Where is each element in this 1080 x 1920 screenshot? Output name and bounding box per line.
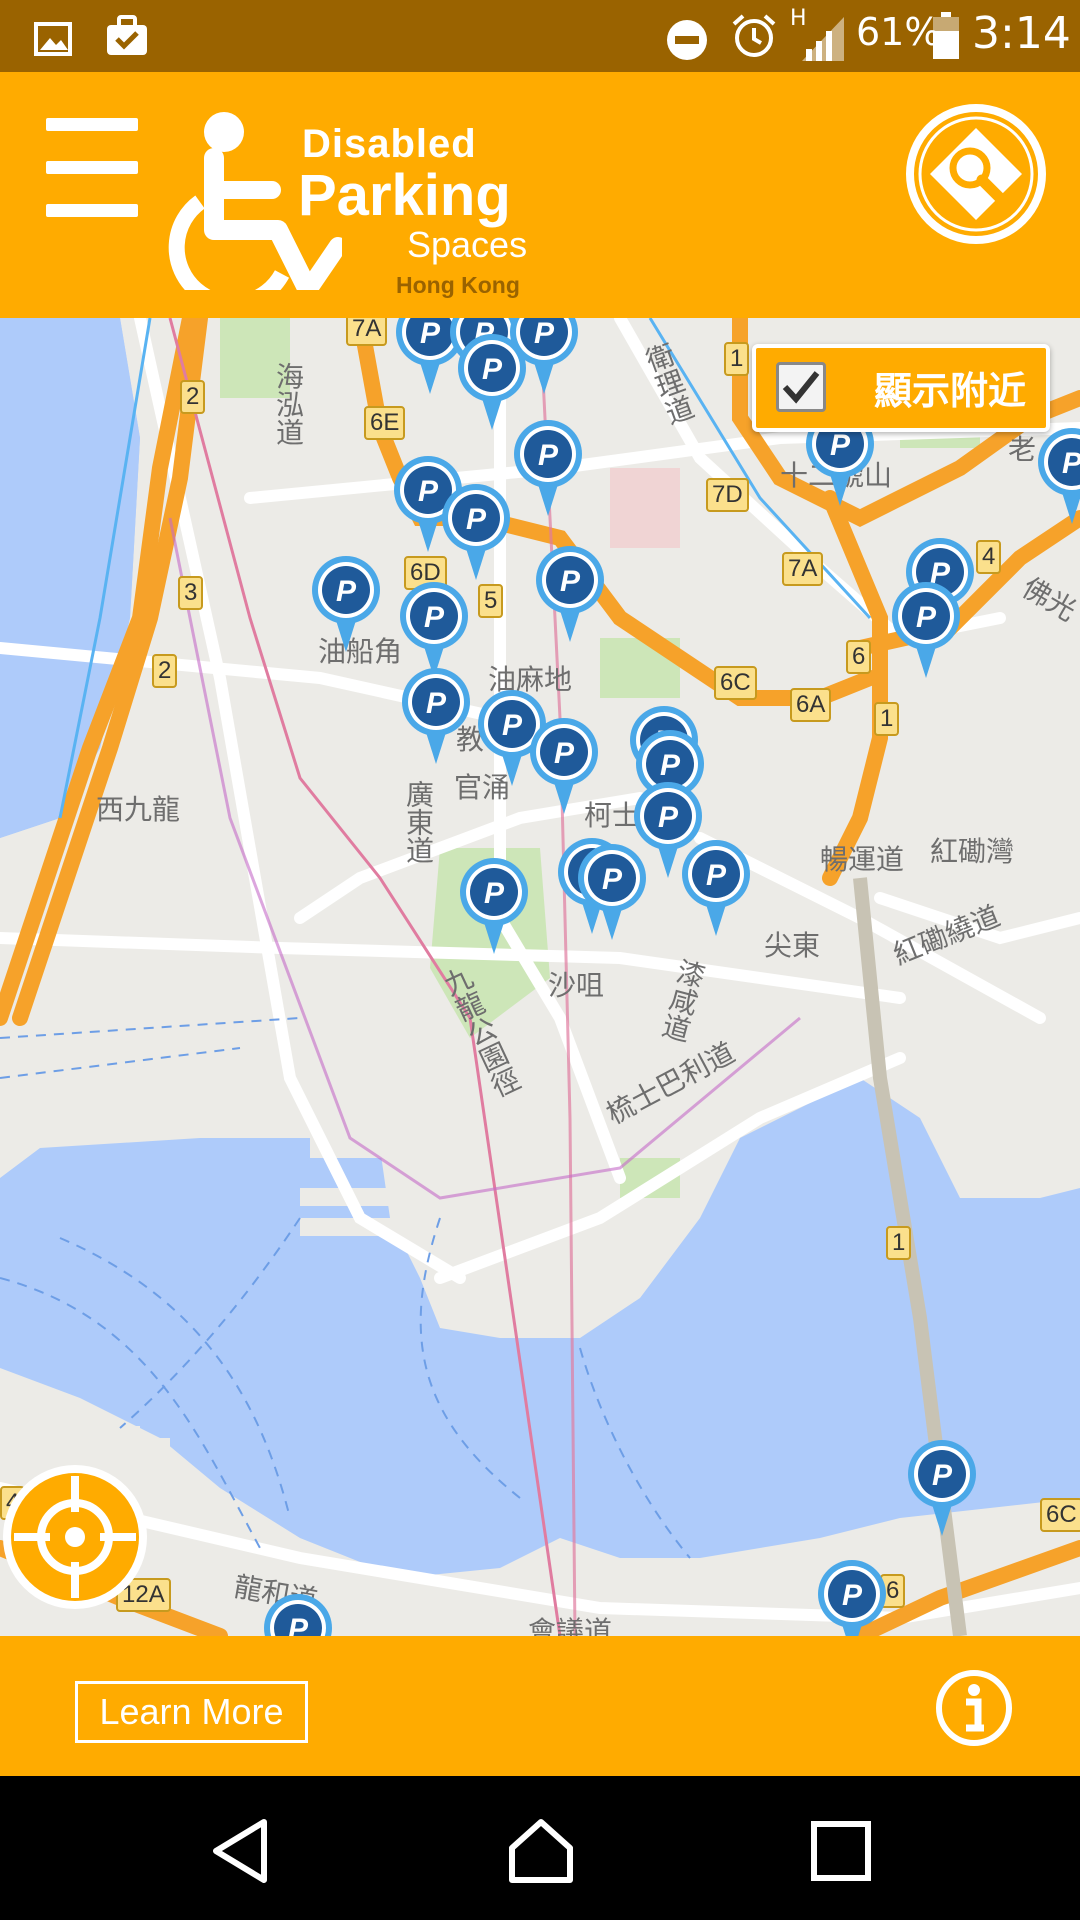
map-view[interactable]: 海泓道 衛理道 十二號山 油麻地 油船角 西九龍 教 官涌 柯士甸 廣東道 九龍… (0, 318, 1080, 1636)
home-icon[interactable] (506, 1816, 576, 1886)
parking-marker[interactable]: P (262, 1592, 334, 1636)
marker-letter: P (830, 429, 851, 462)
route-shield: 7A (782, 552, 824, 586)
marker-letter: P (706, 859, 727, 892)
parking-marker[interactable]: P (400, 666, 472, 766)
parking-marker[interactable]: P (906, 1438, 978, 1538)
marker-letter: P (932, 1459, 953, 1492)
marker-letter: P (336, 575, 357, 608)
marker-letter: P (842, 1579, 863, 1612)
marker-letter: P (502, 709, 523, 742)
logo-line-parking: Parking (298, 163, 511, 228)
marker-letter: P (602, 863, 623, 896)
route-shield: 1 (886, 1226, 912, 1260)
marker-letter: P (466, 503, 487, 536)
system-nav-bar (0, 1776, 1080, 1920)
route-shield: 5 (478, 584, 504, 618)
app-header: Disabled Parking Spaces Hong Kong (0, 72, 1080, 318)
back-triangle-icon[interactable] (206, 1816, 276, 1886)
marker-letter: P (560, 565, 581, 598)
parking-marker[interactable]: P (440, 482, 512, 582)
parking-marker[interactable]: P (512, 418, 584, 518)
app-footer: Learn More (0, 1636, 1080, 1776)
route-shield: 6C (714, 666, 757, 700)
marker-letter: P (660, 749, 681, 782)
parking-marker[interactable]: P (458, 856, 530, 956)
app-logo: Disabled Parking Spaces Hong Kong (160, 100, 550, 300)
map-label: 暢運道 (820, 843, 905, 876)
marker-letter: P (426, 687, 447, 720)
do-not-disturb-icon (667, 20, 707, 60)
checkmark-icon (782, 371, 820, 404)
marker-letter: P (420, 318, 441, 350)
learn-more-button[interactable]: Learn More (75, 1681, 308, 1743)
battery-percent: 61% (856, 10, 941, 54)
parking-marker[interactable]: P (310, 554, 382, 654)
logo-line-hong-kong: Hong Kong (396, 272, 520, 298)
show-nearby-label: 顯示附近 (874, 369, 1027, 413)
signal-icon (802, 17, 844, 61)
status-bar: H 61% 3:14 (0, 0, 1080, 72)
logo-line-spaces: Spaces (407, 224, 528, 265)
route-shield: 6 (846, 640, 872, 674)
route-shield: 6E (364, 406, 406, 440)
marker-letter: P (658, 801, 679, 834)
parking-marker[interactable]: P (816, 1558, 888, 1636)
parking-marker[interactable]: P (680, 838, 752, 938)
battery-icon (933, 12, 959, 59)
alarm-icon (732, 14, 776, 57)
marker-letter: P (534, 318, 555, 350)
map-label: 會議道 (528, 1615, 613, 1636)
show-nearby-toggle[interactable]: 顯示附近 (752, 344, 1050, 432)
marker-letter: P (538, 439, 559, 472)
marker-letter: P (418, 475, 439, 508)
route-shield: 4 (976, 540, 1002, 574)
crosshair-locate-icon[interactable] (0, 1462, 150, 1612)
map-search-icon[interactable] (904, 102, 1048, 246)
marker-letter: P (288, 1613, 309, 1636)
parking-marker[interactable]: P (456, 332, 528, 432)
hamburger-menu-icon[interactable] (46, 118, 140, 218)
clock: 3:14 (972, 8, 1071, 59)
parking-marker[interactable]: P (890, 580, 962, 680)
map-label: 沙咀 (548, 969, 605, 1002)
marker-letter: P (916, 601, 937, 634)
marker-letter: P (484, 877, 505, 910)
marker-letter: P (554, 737, 575, 770)
parking-marker[interactable]: P (534, 544, 606, 644)
map-label: 老 (1008, 433, 1037, 466)
route-shield: 6C (1040, 1498, 1080, 1532)
parking-marker[interactable]: P (1036, 426, 1080, 526)
map-label: 紅磡灣 (930, 835, 1015, 868)
route-shield: 6A (790, 688, 832, 722)
show-nearby-checkbox[interactable] (776, 362, 826, 412)
parking-marker[interactable]: P (398, 580, 470, 680)
marker-letter: P (1062, 447, 1080, 480)
marker-letter: P (424, 601, 445, 634)
marker-letter: P (482, 353, 503, 386)
parking-marker[interactable]: P (528, 716, 600, 816)
parking-marker[interactable]: P (576, 842, 648, 942)
logo-line-disabled: Disabled (302, 122, 477, 166)
route-shield: 1 (724, 342, 750, 376)
recents-square-icon[interactable] (806, 1816, 876, 1886)
map-label: 西九龍 (96, 793, 181, 826)
map-label: 海泓道 (272, 362, 305, 446)
route-shield: 3 (178, 576, 204, 610)
image-icon (34, 22, 72, 56)
route-shield: 7D (706, 478, 749, 512)
route-shield: 2 (180, 380, 206, 414)
route-shield: 1 (874, 702, 900, 736)
map-label: 廣東道 (402, 780, 435, 864)
briefcase-check-icon (107, 15, 147, 55)
map-label: 尖東 (764, 929, 821, 962)
info-icon[interactable] (934, 1668, 1014, 1748)
route-shield: 2 (152, 654, 178, 688)
route-shield: 7A (346, 318, 388, 346)
